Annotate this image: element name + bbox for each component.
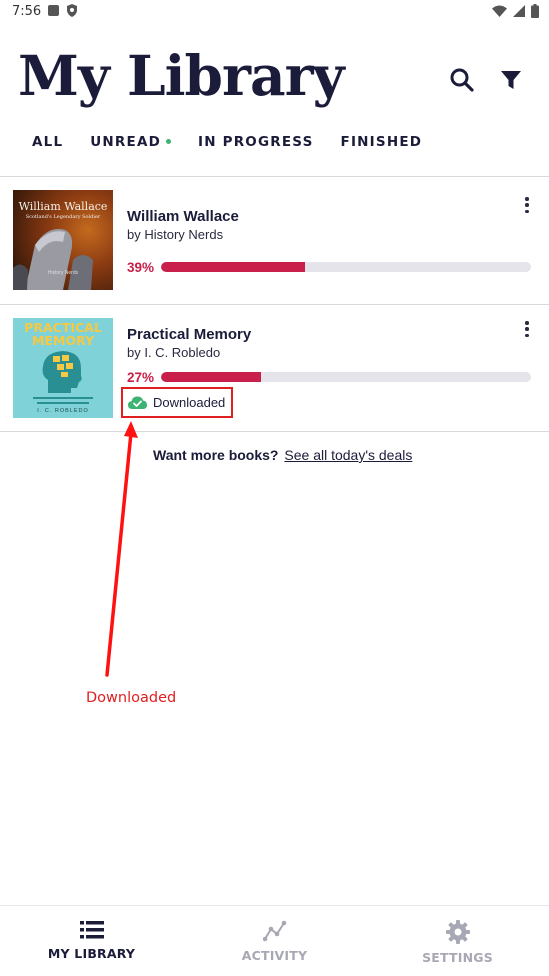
download-status: Downloaded bbox=[153, 395, 226, 410]
tab-unread[interactable]: UNREAD bbox=[90, 134, 171, 150]
progress-fill bbox=[161, 262, 306, 272]
list-icon bbox=[79, 921, 104, 939]
filter-button[interactable] bbox=[493, 62, 529, 98]
progress-bar bbox=[161, 262, 531, 272]
nav-activity[interactable]: ACTIVITY bbox=[183, 906, 366, 976]
tab-label: IN PROGRESS bbox=[198, 134, 314, 150]
progress-fill bbox=[161, 372, 261, 382]
signal-icon bbox=[513, 5, 525, 17]
dot-icon bbox=[525, 209, 529, 213]
activity-icon bbox=[262, 920, 286, 942]
status-bar: 7:56 bbox=[0, 0, 549, 24]
book-row[interactable]: PRACTICAL MEMORY I. C. ROBLEDO Practical… bbox=[0, 305, 549, 432]
see-deals-link[interactable]: See all today's deals bbox=[284, 447, 412, 463]
page-title: My Library bbox=[18, 43, 345, 108]
book-title: William Wallace bbox=[127, 208, 239, 225]
cover-subtitle: Scotland's Legendary Soldier bbox=[25, 214, 101, 220]
tab-label: FINISHED bbox=[340, 134, 423, 150]
dot-icon bbox=[525, 327, 529, 331]
deals-text: Want more books? bbox=[153, 447, 279, 463]
dot-icon bbox=[525, 333, 529, 337]
downloaded-badge: Downloaded bbox=[121, 387, 233, 418]
battery-icon bbox=[531, 4, 539, 18]
nav-my-library[interactable]: MY LIBRARY bbox=[0, 906, 183, 976]
dot-icon bbox=[525, 197, 529, 201]
unread-dot bbox=[166, 138, 171, 144]
book-cover: PRACTICAL MEMORY I. C. ROBLEDO bbox=[13, 318, 113, 418]
nav-label: SETTINGS bbox=[422, 950, 493, 965]
book-author: by History Nerds bbox=[127, 227, 224, 242]
dot-icon bbox=[525, 203, 529, 207]
nav-label: MY LIBRARY bbox=[47, 946, 136, 961]
bottom-nav: MY LIBRARY ACTIVITY SETTINGS bbox=[0, 905, 549, 976]
dot-icon bbox=[525, 321, 529, 325]
filter-icon bbox=[501, 71, 521, 89]
annotation-label: Downloaded bbox=[86, 690, 177, 706]
cover-author: History Nerds bbox=[47, 270, 79, 276]
gear-icon bbox=[445, 920, 470, 944]
tab-all[interactable]: ALL bbox=[32, 134, 63, 150]
notification-a-icon bbox=[48, 5, 59, 16]
tab-in-progress[interactable]: IN PROGRESS bbox=[198, 134, 314, 150]
book-cover: William Wallace Scotland's Legendary Sol… bbox=[13, 190, 113, 290]
status-icons bbox=[492, 4, 539, 18]
nav-label: ACTIVITY bbox=[241, 948, 308, 963]
progress-percent: 27% bbox=[127, 370, 155, 385]
more-options-button[interactable] bbox=[521, 318, 533, 340]
book-title: Practical Memory bbox=[127, 326, 252, 343]
cloud-check-icon bbox=[128, 396, 147, 409]
divider bbox=[0, 431, 549, 432]
status-time: 7:56 bbox=[12, 4, 42, 19]
more-options-button[interactable] bbox=[521, 194, 533, 216]
cover-author: I. C. ROBLEDO bbox=[37, 408, 89, 414]
progress-bar bbox=[161, 372, 531, 382]
book-author: by I. C. Robledo bbox=[127, 345, 221, 360]
tab-finished[interactable]: FINISHED bbox=[341, 134, 423, 150]
cover-title: William Wallace bbox=[18, 200, 108, 213]
nav-settings[interactable]: SETTINGS bbox=[366, 906, 549, 976]
library-tabs: ALL UNREAD IN PROGRESS FINISHED bbox=[32, 134, 449, 150]
book-row[interactable]: William Wallace Scotland's Legendary Sol… bbox=[0, 177, 549, 304]
deals-prompt: Want more books? See all today's deals bbox=[153, 447, 412, 463]
tab-label: UNREAD bbox=[90, 134, 161, 150]
search-icon bbox=[450, 68, 474, 92]
tab-label: ALL bbox=[32, 134, 64, 150]
search-button[interactable] bbox=[444, 62, 480, 98]
head-brain-image bbox=[33, 351, 93, 404]
wifi-icon bbox=[492, 5, 507, 17]
shield-icon bbox=[67, 4, 77, 17]
progress-percent: 39% bbox=[127, 260, 155, 275]
